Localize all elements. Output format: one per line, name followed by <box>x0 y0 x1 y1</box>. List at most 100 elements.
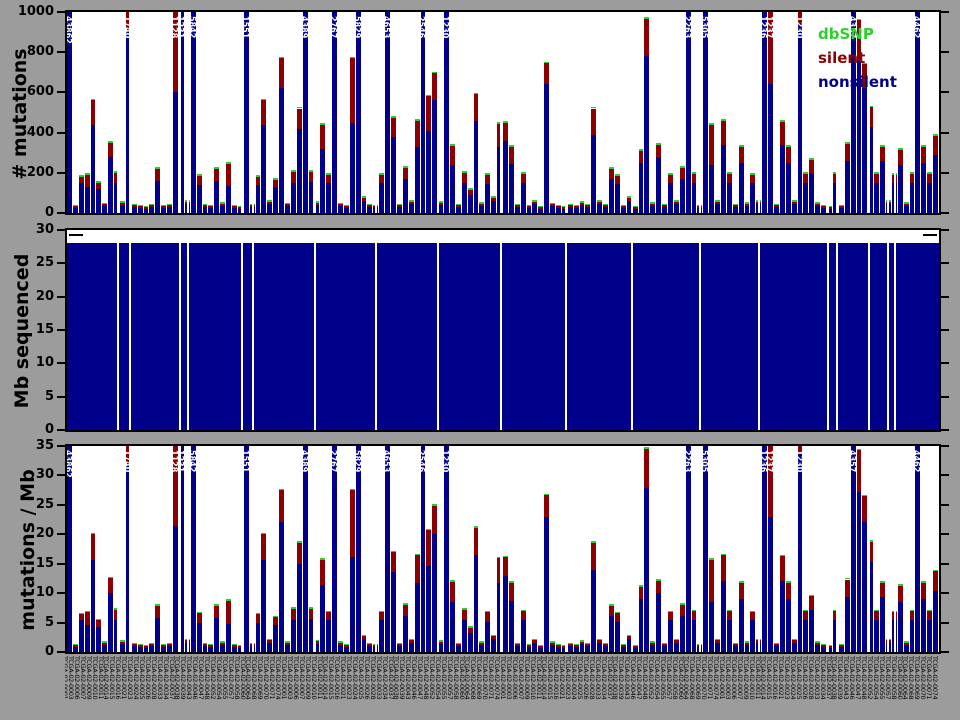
sample-bar <box>845 142 850 213</box>
nonsilent-segment <box>332 12 337 213</box>
dbsnp-segment <box>527 644 532 646</box>
dbsnp-segment <box>362 196 367 198</box>
nonsilent-segment <box>521 183 526 213</box>
silent-segment <box>880 147 885 161</box>
dbsnp-segment <box>603 643 608 645</box>
nonsilent-segment <box>786 163 791 213</box>
batch-separator <box>631 446 633 652</box>
sample-bar <box>851 446 856 652</box>
dbsnp-segment <box>450 580 455 582</box>
silent-segment <box>479 643 484 645</box>
silent-segment <box>745 643 750 645</box>
overflow-value-label: 2546 <box>417 450 426 472</box>
silent-segment <box>674 640 679 643</box>
silent-segment <box>650 204 655 206</box>
dbsnp-segment <box>474 526 479 528</box>
dbsnp-segment <box>933 570 938 572</box>
sample-bar <box>456 643 461 652</box>
silent-segment <box>656 581 661 594</box>
silent-segment <box>391 118 396 137</box>
silent-segment <box>780 122 785 145</box>
batch-separator <box>565 230 567 430</box>
nonsilent-segment <box>703 446 708 652</box>
overflow-value-label: 43862 <box>65 16 73 44</box>
sample-bar <box>362 635 367 652</box>
silent-segment <box>644 449 649 488</box>
dbsnp-segment <box>874 172 879 174</box>
sample-bar <box>933 570 938 652</box>
nonsilent-segment <box>680 616 685 652</box>
sample-bar <box>409 639 414 652</box>
sample-bar <box>144 645 149 652</box>
nonsilent-segment <box>609 616 614 652</box>
sample-bar <box>527 644 532 652</box>
nonsilent-segment <box>768 84 773 213</box>
silent-segment <box>91 100 96 124</box>
nonsilent-segment <box>750 183 755 213</box>
dbsnp-segment <box>650 641 655 643</box>
nonsilent-segment <box>509 601 514 653</box>
sample-bar <box>479 641 484 652</box>
mb-sequenced-block <box>67 243 939 430</box>
nonsilent-segment <box>650 645 655 652</box>
sample-bar <box>656 143 661 213</box>
nonsilent-segment <box>161 647 166 652</box>
dbsnp-segment <box>921 581 926 583</box>
y-tick-label: 200 <box>8 165 54 180</box>
nonsilent-segment <box>715 204 720 213</box>
nonsilent-segment <box>532 204 537 213</box>
sample-bar <box>79 175 84 213</box>
silent-segment <box>904 643 909 645</box>
silent-segment <box>138 206 143 208</box>
nonsilent-segment <box>415 583 420 652</box>
nonsilent-segment <box>191 12 196 213</box>
nonsilent-segment <box>102 645 107 652</box>
nonsilent-segment <box>468 195 473 213</box>
sample-bar <box>733 204 738 213</box>
sample-bar <box>927 610 932 652</box>
nonsilent-segment <box>857 492 862 652</box>
dbsnp-segment <box>921 145 926 147</box>
silent-segment <box>208 206 213 208</box>
nonsilent-segment <box>279 522 284 652</box>
nonsilent-segment <box>96 189 101 213</box>
silent-segment <box>621 645 626 647</box>
nonsilent-segment <box>132 207 137 213</box>
dbsnp-segment <box>662 204 667 206</box>
nonsilent-segment <box>256 623 261 652</box>
nonsilent-segment <box>904 645 909 652</box>
y-tick-mark <box>941 622 949 624</box>
batch-separator <box>179 230 181 430</box>
sample-bar <box>904 641 909 652</box>
dbsnp-segment <box>609 167 614 169</box>
silent-segment <box>96 183 101 189</box>
silent-segment <box>479 204 484 206</box>
nonsilent-segment <box>85 625 90 652</box>
silent-segment <box>362 636 367 639</box>
silent-segment <box>898 150 903 165</box>
dbsnp-segment <box>910 610 915 612</box>
dbsnp-segment <box>715 639 720 641</box>
silent-segment <box>132 205 137 207</box>
sample-bar <box>491 635 496 652</box>
silent-segment <box>933 571 938 591</box>
sample-bar <box>798 12 803 213</box>
dbsnp-segment <box>745 641 750 643</box>
dbsnp-segment <box>350 57 355 59</box>
y-tick-mark <box>941 172 949 174</box>
sample-bar <box>91 99 96 213</box>
sample-bar <box>650 641 655 652</box>
sample-bar <box>491 196 496 213</box>
nonsilent-segment <box>615 622 620 652</box>
nonsilent-segment <box>550 645 555 652</box>
nonsilent-segment <box>344 647 349 652</box>
batch-separator <box>500 230 502 430</box>
sample-bar <box>326 611 331 652</box>
batch-separator <box>375 446 377 652</box>
silent-segment <box>279 490 284 522</box>
y-tick-label: 0 <box>8 422 54 437</box>
dbsnp-segment <box>792 639 797 641</box>
silent-segment <box>709 125 714 165</box>
batch-separator <box>500 446 502 652</box>
sample-bar <box>874 610 879 652</box>
